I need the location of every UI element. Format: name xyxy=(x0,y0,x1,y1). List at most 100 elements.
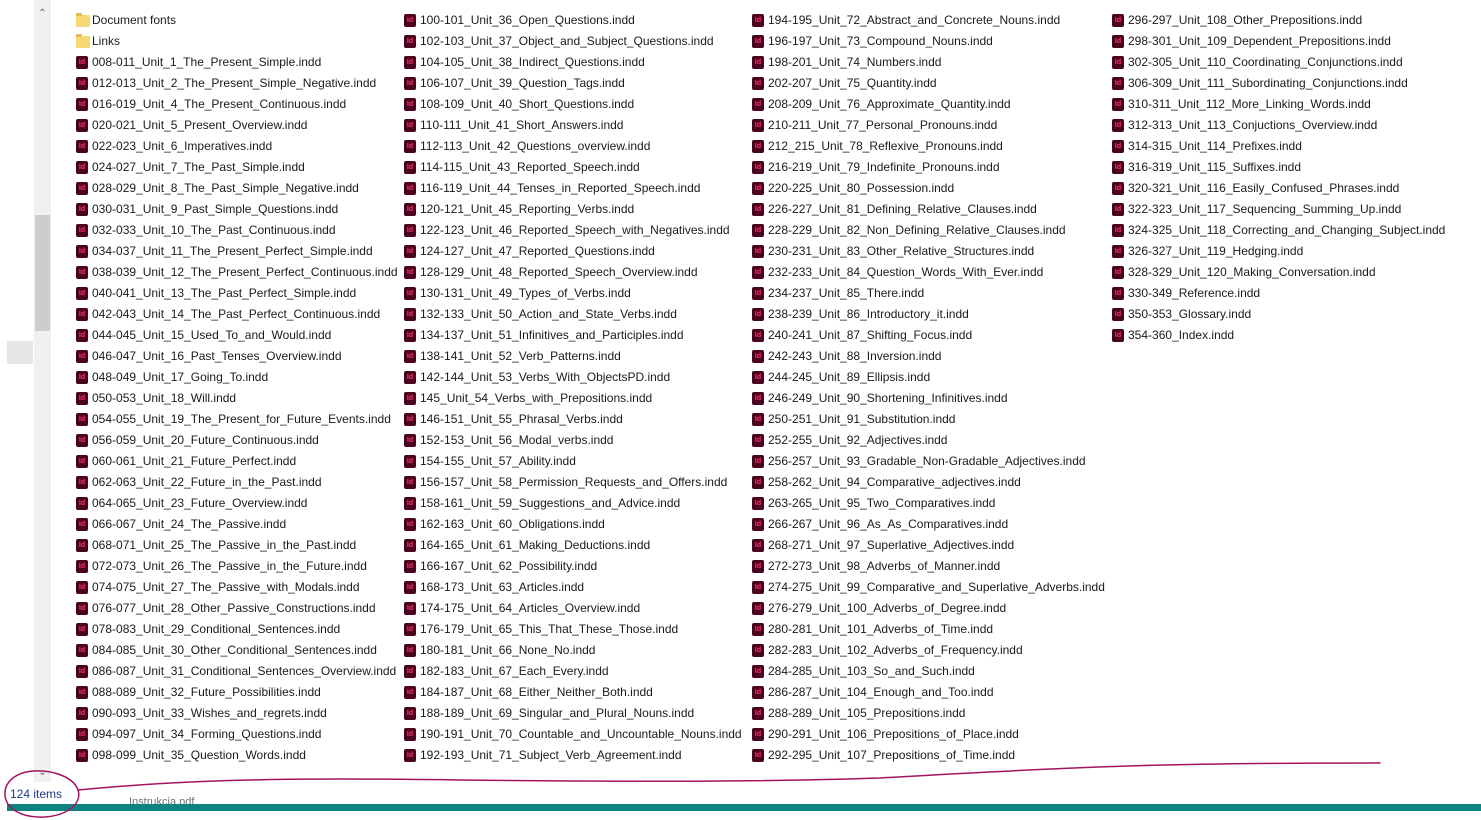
file-item[interactable]: 164-165_Unit_61_Making_Deductions.indd xyxy=(404,535,742,556)
file-item[interactable]: 046-047_Unit_16_Past_Tenses_Overview.ind… xyxy=(76,346,398,367)
file-item[interactable]: 268-271_Unit_97_Superlative_Adjectives.i… xyxy=(752,535,1105,556)
file-item[interactable]: 060-061_Unit_21_Future_Perfect.indd xyxy=(76,451,398,472)
file-item[interactable]: 062-063_Unit_22_Future_in_the_Past.indd xyxy=(76,472,398,493)
file-item[interactable]: 258-262_Unit_94_Comparative_adjectives.i… xyxy=(752,472,1105,493)
file-item[interactable]: 162-163_Unit_60_Obligations.indd xyxy=(404,514,742,535)
file-item[interactable]: 145_Unit_54_Verbs_with_Prepositions.indd xyxy=(404,388,742,409)
file-item[interactable]: 188-189_Unit_69_Singular_and_Plural_Noun… xyxy=(404,703,742,724)
file-item[interactable]: 020-021_Unit_5_Present_Overview.indd xyxy=(76,115,398,136)
file-item[interactable]: 326-327_Unit_119_Hedging.indd xyxy=(1112,241,1445,262)
file-item[interactable]: 074-075_Unit_27_The_Passive_with_Modals.… xyxy=(76,577,398,598)
file-item[interactable]: 322-323_Unit_117_Sequencing_Summing_Up.i… xyxy=(1112,199,1445,220)
file-item[interactable]: 030-031_Unit_9_Past_Simple_Questions.ind… xyxy=(76,199,398,220)
file-item[interactable]: 086-087_Unit_31_Conditional_Sentences_Ov… xyxy=(76,661,398,682)
file-item[interactable]: 266-267_Unit_96_As_As_Comparatives.indd xyxy=(752,514,1105,535)
file-item[interactable]: 252-255_Unit_92_Adjectives.indd xyxy=(752,430,1105,451)
file-item[interactable]: 210-211_Unit_77_Personal_Pronouns.indd xyxy=(752,115,1105,136)
file-item[interactable]: 066-067_Unit_24_The_Passive.indd xyxy=(76,514,398,535)
file-item[interactable]: 240-241_Unit_87_Shifting_Focus.indd xyxy=(752,325,1105,346)
file-item[interactable]: 182-183_Unit_67_Each_Every.indd xyxy=(404,661,742,682)
file-item[interactable]: 034-037_Unit_11_The_Present_Perfect_Simp… xyxy=(76,241,398,262)
file-item[interactable]: 220-225_Unit_80_Possession.indd xyxy=(752,178,1105,199)
file-item[interactable]: 104-105_Unit_38_Indirect_Questions.indd xyxy=(404,52,742,73)
file-item[interactable]: 354-360_Index.indd xyxy=(1112,325,1445,346)
file-item[interactable]: 042-043_Unit_14_The_Past_Perfect_Continu… xyxy=(76,304,398,325)
file-item[interactable]: 134-137_Unit_51_Infinitives_and_Particip… xyxy=(404,325,742,346)
file-item[interactable]: 116-119_Unit_44_Tenses_in_Reported_Speec… xyxy=(404,178,742,199)
file-item[interactable]: 008-011_Unit_1_The_Present_Simple.indd xyxy=(76,52,398,73)
file-item[interactable]: 128-129_Unit_48_Reported_Speech_Overview… xyxy=(404,262,742,283)
file-item[interactable]: 298-301_Unit_109_Dependent_Prepositions.… xyxy=(1112,31,1445,52)
file-item[interactable]: 016-019_Unit_4_The_Present_Continuous.in… xyxy=(76,94,398,115)
folder-item[interactable]: Document fonts xyxy=(76,10,398,31)
file-item[interactable]: 306-309_Unit_111_Subordinating_Conjuncti… xyxy=(1112,73,1445,94)
file-item[interactable]: 078-083_Unit_29_Conditional_Sentences.in… xyxy=(76,619,398,640)
file-item[interactable]: 202-207_Unit_75_Quantity.indd xyxy=(752,73,1105,94)
file-item[interactable]: 054-055_Unit_19_The_Present_for_Future_E… xyxy=(76,409,398,430)
file-item[interactable]: 108-109_Unit_40_Short_Questions.indd xyxy=(404,94,742,115)
file-item[interactable]: 314-315_Unit_114_Prefixes.indd xyxy=(1112,136,1445,157)
file-item[interactable]: 310-311_Unit_112_More_Linking_Words.indd xyxy=(1112,94,1445,115)
file-item[interactable]: 194-195_Unit_72_Abstract_and_Concrete_No… xyxy=(752,10,1105,31)
file-item[interactable]: 184-187_Unit_68_Either_Neither_Both.indd xyxy=(404,682,742,703)
file-item[interactable]: 226-227_Unit_81_Defining_Relative_Clause… xyxy=(752,199,1105,220)
file-item[interactable]: 154-155_Unit_57_Ability.indd xyxy=(404,451,742,472)
file-item[interactable]: 350-353_Glossary.indd xyxy=(1112,304,1445,325)
file-item[interactable]: 280-281_Unit_101_Adverbs_of_Time.indd xyxy=(752,619,1105,640)
file-item[interactable]: 044-045_Unit_15_Used_To_and_Would.indd xyxy=(76,325,398,346)
file-item[interactable]: 114-115_Unit_43_Reported_Speech.indd xyxy=(404,157,742,178)
file-item[interactable]: 234-237_Unit_85_There.indd xyxy=(752,283,1105,304)
file-item[interactable]: 084-085_Unit_30_Other_Conditional_Senten… xyxy=(76,640,398,661)
file-item[interactable]: 048-049_Unit_17_Going_To.indd xyxy=(76,367,398,388)
file-item[interactable]: 088-089_Unit_32_Future_Possibilities.ind… xyxy=(76,682,398,703)
file-item[interactable]: 124-127_Unit_47_Reported_Questions.indd xyxy=(404,241,742,262)
file-item[interactable]: 032-033_Unit_10_The_Past_Continuous.indd xyxy=(76,220,398,241)
file-item[interactable]: 076-077_Unit_28_Other_Passive_Constructi… xyxy=(76,598,398,619)
file-item[interactable]: 230-231_Unit_83_Other_Relative_Structure… xyxy=(752,241,1105,262)
file-item[interactable]: 316-319_Unit_115_Suffixes.indd xyxy=(1112,157,1445,178)
file-item[interactable]: 312-313_Unit_113_Conjuctions_Overview.in… xyxy=(1112,115,1445,136)
file-item[interactable]: 174-175_Unit_64_Articles_Overview.indd xyxy=(404,598,742,619)
file-item[interactable]: 040-041_Unit_13_The_Past_Perfect_Simple.… xyxy=(76,283,398,304)
file-item[interactable]: 110-111_Unit_41_Short_Answers.indd xyxy=(404,115,742,136)
file-item[interactable]: 216-219_Unit_79_Indefinite_Pronouns.indd xyxy=(752,157,1105,178)
file-item[interactable]: 024-027_Unit_7_The_Past_Simple.indd xyxy=(76,157,398,178)
file-item[interactable]: 190-191_Unit_70_Countable_and_Uncountabl… xyxy=(404,724,742,745)
file-item[interactable]: 198-201_Unit_74_Numbers.indd xyxy=(752,52,1105,73)
file-item[interactable]: 142-144_Unit_53_Verbs_With_ObjectsPD.ind… xyxy=(404,367,742,388)
file-item[interactable]: 263-265_Unit_95_Two_Comparatives.indd xyxy=(752,493,1105,514)
file-item[interactable]: 282-283_Unit_102_Adverbs_of_Frequency.in… xyxy=(752,640,1105,661)
file-item[interactable]: 242-243_Unit_88_Inversion.indd xyxy=(752,346,1105,367)
file-item[interactable]: 156-157_Unit_58_Permission_Requests_and_… xyxy=(404,472,742,493)
file-item[interactable]: 168-173_Unit_63_Articles.indd xyxy=(404,577,742,598)
file-item[interactable]: 250-251_Unit_91_Substitution.indd xyxy=(752,409,1105,430)
file-item[interactable]: 276-279_Unit_100_Adverbs_of_Degree.indd xyxy=(752,598,1105,619)
file-item[interactable]: 138-141_Unit_52_Verb_Patterns.indd xyxy=(404,346,742,367)
file-item[interactable]: 272-273_Unit_98_Adverbs_of_Manner.indd xyxy=(752,556,1105,577)
file-item[interactable]: 158-161_Unit_59_Suggestions_and_Advice.i… xyxy=(404,493,742,514)
file-item[interactable]: 122-123_Unit_46_Reported_Speech_with_Neg… xyxy=(404,220,742,241)
file-item[interactable]: 106-107_Unit_39_Question_Tags.indd xyxy=(404,73,742,94)
file-item[interactable]: 072-073_Unit_26_The_Passive_in_the_Futur… xyxy=(76,556,398,577)
file-item[interactable]: 090-093_Unit_33_Wishes_and_regrets.indd xyxy=(76,703,398,724)
file-item[interactable]: 288-289_Unit_105_Prepositions.indd xyxy=(752,703,1105,724)
file-item[interactable]: 284-285_Unit_103_So_and_Such.indd xyxy=(752,661,1105,682)
file-item[interactable]: 246-249_Unit_90_Shortening_Infinitives.i… xyxy=(752,388,1105,409)
file-item[interactable]: 302-305_Unit_110_Coordinating_Conjunctio… xyxy=(1112,52,1445,73)
file-item[interactable]: 330-349_Reference.indd xyxy=(1112,283,1445,304)
file-item[interactable]: 192-193_Unit_71_Subject_Verb_Agreement.i… xyxy=(404,745,742,766)
file-item[interactable]: 176-179_Unit_65_This_That_These_Those.in… xyxy=(404,619,742,640)
file-item[interactable]: 132-133_Unit_50_Action_and_State_Verbs.i… xyxy=(404,304,742,325)
file-item[interactable]: 324-325_Unit_118_Correcting_and_Changing… xyxy=(1112,220,1445,241)
folder-item[interactable]: Links xyxy=(76,31,398,52)
file-item[interactable]: 038-039_Unit_12_The_Present_Perfect_Cont… xyxy=(76,262,398,283)
file-item[interactable]: 232-233_Unit_84_Question_Words_With_Ever… xyxy=(752,262,1105,283)
file-item[interactable]: 196-197_Unit_73_Compound_Nouns.indd xyxy=(752,31,1105,52)
file-item[interactable]: 320-321_Unit_116_Easily_Confused_Phrases… xyxy=(1112,178,1445,199)
file-item[interactable]: 056-059_Unit_20_Future_Continuous.indd xyxy=(76,430,398,451)
file-item[interactable]: 146-151_Unit_55_Phrasal_Verbs.indd xyxy=(404,409,742,430)
file-item[interactable]: 028-029_Unit_8_The_Past_Simple_Negative.… xyxy=(76,178,398,199)
file-item[interactable]: 100-101_Unit_36_Open_Questions.indd xyxy=(404,10,742,31)
file-item[interactable]: 012-013_Unit_2_The_Present_Simple_Negati… xyxy=(76,73,398,94)
file-item[interactable]: 112-113_Unit_42_Questions_overview.indd xyxy=(404,136,742,157)
